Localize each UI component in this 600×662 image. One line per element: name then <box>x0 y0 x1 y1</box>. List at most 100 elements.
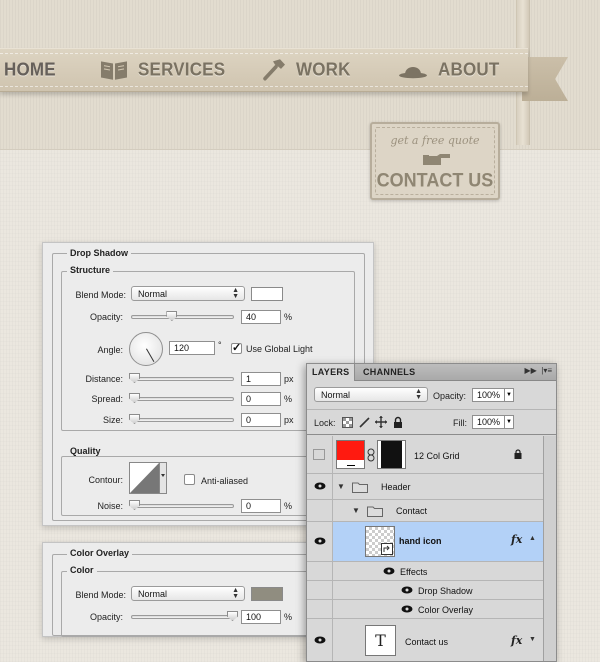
panel-menu-icon[interactable]: ▶▶ |▾≡ <box>524 366 552 375</box>
angle-needle <box>146 348 155 362</box>
layer-group-contact[interactable]: ▼ Contact <box>307 500 556 522</box>
structure-title: Structure <box>67 265 114 275</box>
lock-all-icon[interactable] <box>393 416 403 428</box>
layer-effect-color-overlay[interactable]: Color Overlay <box>307 600 556 619</box>
grid-mask-thumbnail <box>377 440 406 469</box>
nav-home-label: HOME <box>4 59 56 80</box>
anti-aliased-checkbox[interactable] <box>184 474 195 485</box>
noise-slider[interactable] <box>129 500 234 510</box>
eye-icon[interactable] <box>314 537 326 545</box>
drop-shadow-title: Drop Shadow <box>67 248 131 258</box>
layer-group-header[interactable]: ▼ Header <box>307 474 556 500</box>
effects-toggle-arrow-icon[interactable]: ▼ <box>529 636 536 643</box>
lock-image-brush-icon[interactable] <box>359 417 370 428</box>
mask-link-icon[interactable] <box>367 448 375 462</box>
pointing-hand-icon <box>423 154 450 165</box>
text-layer-thumbnail: T <box>365 625 396 656</box>
noise-input[interactable]: 0 <box>241 499 281 513</box>
hammer-icon <box>263 59 285 81</box>
opacity-slider[interactable] <box>131 311 234 321</box>
tab-channels[interactable]: CHANNELS <box>358 364 420 381</box>
layer-effect-drop-shadow[interactable]: Drop Shadow <box>307 581 556 600</box>
fill-input[interactable]: 100% <box>472 415 505 429</box>
color-group-title: Color <box>67 565 97 575</box>
contour-curve-icon <box>129 462 167 494</box>
tab-layers[interactable]: LAYERS <box>307 364 356 381</box>
distance-slider[interactable] <box>129 373 234 383</box>
layers-panel: LAYERS CHANNELS ▶▶ |▾≡ Normal ▲ ▼ Opacity… <box>306 363 557 662</box>
overlay-color-swatch[interactable] <box>251 587 283 601</box>
nav-services[interactable]: SERVICES <box>100 46 225 94</box>
size-slider[interactable] <box>129 414 234 424</box>
fill-label: Fill: <box>453 418 467 428</box>
hidden-visibility-box[interactable] <box>313 449 325 460</box>
nav-home[interactable]: HOME <box>4 46 56 94</box>
grid-layer-thumbnail <box>336 440 365 469</box>
eye-icon[interactable] <box>314 482 326 490</box>
select-arrows-icon: ▲ ▼ <box>232 287 239 300</box>
contact-us-label: CONTACT US <box>376 168 494 191</box>
book-icon <box>101 61 127 80</box>
anti-aliased-label: Anti-aliased <box>201 476 249 486</box>
folder-icon <box>367 506 383 517</box>
overlay-blend-mode-label: Blend Mode: <box>75 590 126 600</box>
nav-work-label: WORK <box>296 59 351 80</box>
layer-lock-icon <box>514 449 522 459</box>
global-light-label: Use Global Light <box>246 344 313 354</box>
contour-label: Contour: <box>88 475 123 485</box>
grid-layer-name: 12 Col Grid <box>414 451 460 461</box>
opacity-input[interactable]: 40 <box>241 310 281 324</box>
overlay-opacity-input[interactable]: 100 <box>241 610 281 624</box>
contact-group-name: Contact <box>396 506 428 516</box>
opacity-stepper[interactable]: ▼ <box>505 388 514 402</box>
size-label: Size: <box>102 415 123 425</box>
group-expand-arrow-icon[interactable]: ▼ <box>337 482 345 491</box>
angle-label: Angle: <box>97 345 123 355</box>
layers-scrollbar[interactable] <box>543 436 556 661</box>
angle-input[interactable]: 120 <box>169 341 215 355</box>
contour-picker[interactable] <box>129 462 167 494</box>
blend-mode-select[interactable]: Normal ▲ ▼ <box>131 286 245 301</box>
lock-label: Lock: <box>314 418 336 428</box>
overlay-opacity-slider[interactable] <box>131 611 238 621</box>
nav-about-label: ABOUT <box>438 59 500 80</box>
shadow-color-swatch[interactable] <box>251 287 283 301</box>
global-light-checkbox[interactable] <box>231 341 242 354</box>
effects-label: Effects <box>400 567 428 577</box>
contact-us-button[interactable]: get a free quote CONTACT US <box>370 122 500 200</box>
opacity-label: Opacity: <box>89 312 123 322</box>
nav-work[interactable]: WORK <box>262 46 351 94</box>
fx-badge[interactable]: fx <box>511 533 522 546</box>
color-overlay-title: Color Overlay <box>67 548 133 558</box>
group-expand-arrow-icon[interactable]: ▼ <box>352 506 360 515</box>
blend-mode-label: Blend Mode: <box>75 290 126 300</box>
distance-input[interactable]: 1 <box>241 372 281 386</box>
spread-input[interactable]: 0 <box>241 392 281 406</box>
lock-transparent-icon[interactable] <box>342 417 353 428</box>
layer-blend-mode-select[interactable]: Normal ▲ ▼ <box>314 387 428 402</box>
spread-slider[interactable] <box>129 393 234 403</box>
distance-label: Distance: <box>85 374 123 384</box>
size-input[interactable]: 0 <box>241 413 281 427</box>
layer-contact-us-text[interactable]: T Contact us fx ▼ <box>307 619 556 661</box>
eye-icon[interactable] <box>401 605 413 613</box>
angle-dial[interactable] <box>129 332 163 366</box>
lock-position-move-icon[interactable] <box>375 416 387 428</box>
fill-stepper[interactable]: ▼ <box>505 415 514 429</box>
layer-opacity-input[interactable]: 100% <box>472 388 505 402</box>
layer-hand-icon[interactable]: hand icon fx ▲ <box>307 522 556 562</box>
overlay-blend-mode-select[interactable]: Normal ▲ ▼ <box>131 586 245 601</box>
noise-label: Noise: <box>97 501 123 511</box>
layer-effects-group[interactable]: Effects <box>307 562 556 581</box>
fx-badge[interactable]: fx <box>511 634 522 647</box>
nav-about[interactable]: ABOUT <box>398 46 499 94</box>
effects-toggle-arrow-icon[interactable]: ▲ <box>529 535 536 542</box>
eye-icon[interactable] <box>383 567 395 575</box>
quote-tagline: get a free quote <box>390 134 480 147</box>
select-arrows-icon: ▲ ▼ <box>415 388 422 401</box>
layer-12-col-grid[interactable]: 12 Col Grid <box>307 436 556 474</box>
hand-icon-thumbnail <box>365 526 395 557</box>
spread-label: Spread: <box>91 394 123 404</box>
eye-icon[interactable] <box>401 586 413 594</box>
eye-icon[interactable] <box>314 636 326 644</box>
